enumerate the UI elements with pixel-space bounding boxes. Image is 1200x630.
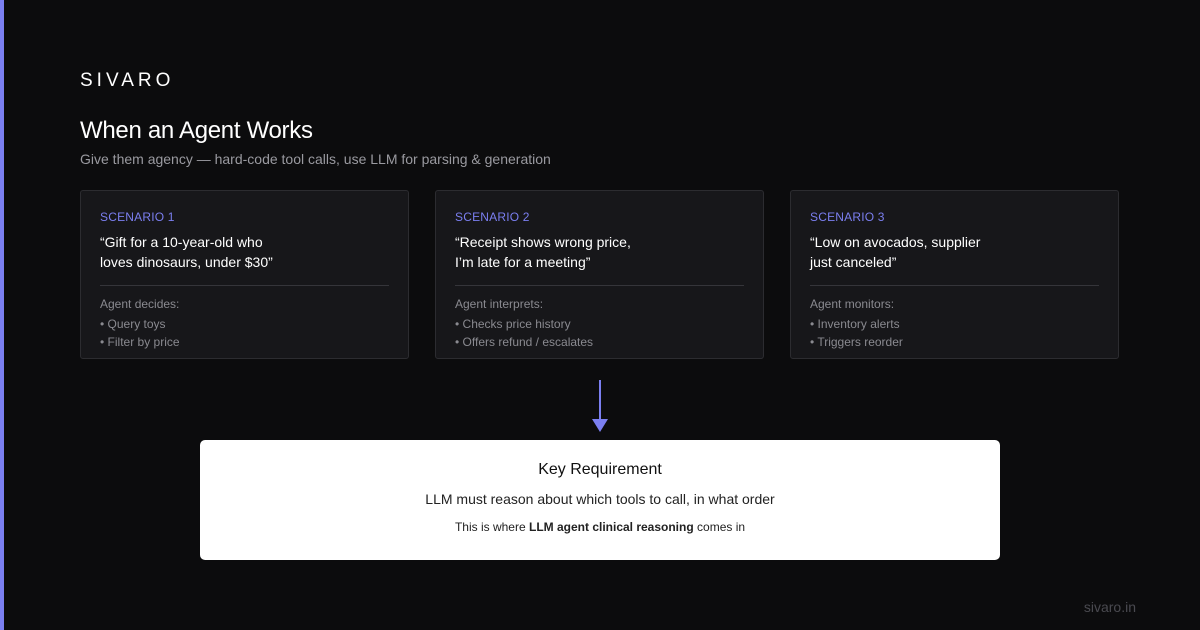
scenario-card-3: SCENARIO 3 “Low on avocados, supplier ju… <box>790 190 1119 359</box>
down-arrow-icon <box>592 380 608 432</box>
scenario-card-1: SCENARIO 1 “Gift for a 10-year-old who l… <box>80 190 409 359</box>
scenario-quote: “Gift for a 10-year-old who loves dinosa… <box>100 234 273 270</box>
footer-url: sivaro.in <box>1083 599 1136 615</box>
scenario-heading: Agent decides: <box>100 297 180 311</box>
key-requirement-note: This is where LLM agent clinical reasoni… <box>200 520 1000 534</box>
key-requirement-title: Key Requirement <box>538 461 662 478</box>
scenario-label: SCENARIO 3 <box>810 210 885 224</box>
scenario-list: • Inventory alerts • Triggers reorder <box>810 315 1099 351</box>
scenario-list-item: • Filter by price <box>100 335 180 349</box>
scenario-heading: Agent monitors: <box>810 297 895 311</box>
key-requirement-text: LLM must reason about which tools to cal… <box>425 491 775 507</box>
scenario-list-item: • Query toys <box>100 317 166 331</box>
scenario-quote: “Low on avocados, supplier just canceled… <box>810 234 981 270</box>
scenario-list-item: • Triggers reorder <box>810 335 903 349</box>
scenario-list-item: • Offers refund / escalates <box>455 335 594 349</box>
note-prefix: This is where <box>454 520 529 534</box>
page-title: When an Agent Works <box>80 117 313 144</box>
scenario-list: • Query toys • Filter by price <box>100 315 389 351</box>
card-divider <box>810 285 1099 286</box>
key-requirement-box: Key Requirement LLM must reason about wh… <box>200 440 1000 560</box>
scenario-list-item: • Inventory alerts <box>810 317 900 331</box>
scenario-label: SCENARIO 1 <box>100 210 175 224</box>
brand-logo: SIVARO <box>80 70 175 91</box>
accent-bar <box>0 0 4 630</box>
scenario-list-item: • Checks price history <box>455 317 571 331</box>
note-emphasis: LLM agent clinical reasoning <box>528 520 694 534</box>
scenario-label: SCENARIO 2 <box>455 210 530 224</box>
card-divider <box>100 285 389 286</box>
page-subtitle: Give them agency — hard-code tool calls,… <box>80 151 551 167</box>
card-divider <box>455 285 744 286</box>
scenario-heading: Agent interprets: <box>455 297 544 311</box>
scenario-card-2: SCENARIO 2 “Receipt shows wrong price, I… <box>435 190 764 359</box>
scenario-quote: “Receipt shows wrong price, I’m late for… <box>455 234 631 270</box>
scenario-list: • Checks price history • Offers refund /… <box>455 315 744 351</box>
note-suffix: comes in <box>693 520 746 534</box>
